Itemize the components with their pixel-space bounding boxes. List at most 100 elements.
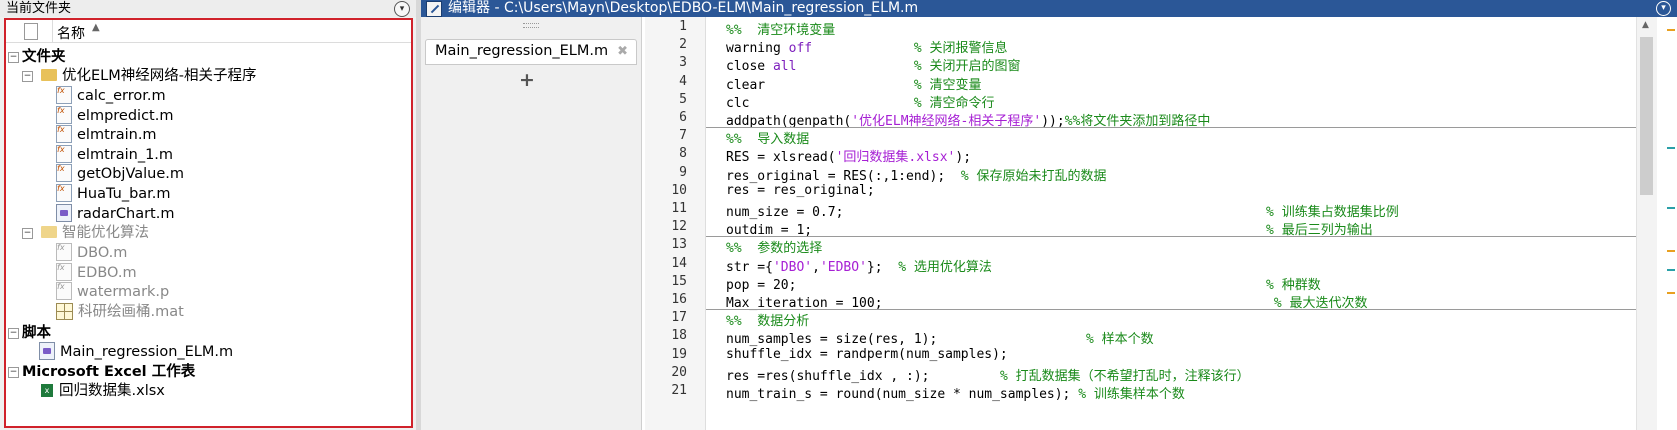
group-label: 文件夹 [22,49,66,65]
mat-file-icon [56,302,73,320]
cell-divider [706,236,1636,238]
code-line[interactable]: RES = xlsread('回归数据集.xlsx'); [726,146,971,165]
line-number: 12 [671,219,687,235]
collapse-icon[interactable]: − [22,228,33,239]
close-icon[interactable]: ✖ [617,44,628,59]
file-name: elmpredict.m [77,108,174,124]
code-line[interactable]: num_train_s = round(num_size * num_sampl… [726,383,1185,402]
file-item[interactable]: fx DBO.m [56,243,127,264]
line-number: 13 [671,237,687,253]
collapse-icon[interactable]: − [8,328,19,339]
collapse-icon[interactable]: − [8,367,19,378]
file-item[interactable]: fx watermark.p [56,282,169,303]
code-line[interactable]: %% 参数的选择 [726,237,822,256]
info-marker-icon[interactable] [1667,269,1675,271]
code-line[interactable]: Max_iteration = 100; % 最大迭代次数 [726,292,1368,311]
function-file-icon: fx [56,184,72,202]
scroll-up-icon[interactable]: ▲ [1642,20,1649,30]
panel-actions-menu-icon[interactable]: ▾ [394,1,410,17]
document-tab-strip: Main_regression_ELM.m ✖ + [421,17,642,430]
editor-window: 编辑器 - C:\Users\Mayn\Desktop\EDBO-ELM\Mai… [421,0,1677,430]
folder-icon [41,69,57,81]
code-line[interactable]: res = res_original; [726,183,875,198]
code-line[interactable]: addpath(genpath('优化ELM神经网络-相关子程序'));%%将文… [726,110,1210,129]
code-line[interactable]: res =res(shuffle_idx , :); % 打乱数据集（不希望打乱… [726,365,1250,384]
code-area[interactable]: %% 清空环境变量 warning off % 关闭报警信息 close all %… [706,17,1636,430]
function-file-icon: fx [56,164,72,182]
line-number: 17 [671,310,687,326]
line-number: 1 [679,19,687,34]
file-item[interactable]: radarChart.m [56,204,174,225]
file-name: DBO.m [77,245,128,261]
code-line[interactable]: %% 清空环境变量 [726,19,835,38]
code-line[interactable]: clear % 清空变量 [726,74,982,93]
file-item[interactable]: fx EDBO.m [56,263,137,284]
file-item[interactable]: fx calc_error.m [56,86,166,107]
script-file-icon [39,342,55,360]
file-item[interactable]: x 回归数据集.xlsx [41,381,165,402]
file-item[interactable]: fx getObjValue.m [56,164,184,185]
code-line[interactable]: clc % 清空命令行 [726,92,995,111]
code-line[interactable]: %% 导入数据 [726,128,809,147]
collapse-icon[interactable]: − [8,52,19,63]
code-line[interactable]: outdim = 1; % 最后三列为输出 [726,219,1373,238]
function-file-icon: fx [56,106,72,124]
file-name: watermark.p [77,284,170,300]
code-line[interactable]: str ={'DBO','EDBO'}; % 选用优化算法 [726,256,992,275]
vertical-scrollbar[interactable]: ▲ [1636,17,1657,430]
file-name: elmtrain.m [77,127,157,143]
line-number: 18 [671,328,687,344]
file-item[interactable]: fx elmtrain_1.m [56,145,173,166]
file-name: elmtrain_1.m [77,147,174,163]
info-marker-icon[interactable] [1667,147,1675,149]
editor-title: 编辑器 - C:\Users\Mayn\Desktop\EDBO-ELM\Mai… [448,0,919,16]
file-name: HuaTu_bar.m [77,186,171,202]
warning-marker-icon[interactable] [1667,250,1675,252]
warning-marker-icon[interactable] [1667,292,1675,294]
file-name: calc_error.m [77,88,166,104]
line-number-gutter: 1 2 3 4 5 6 7 8 9 10 11 12 13 14 15 16 17 18 19 20 21 [645,17,706,430]
code-line[interactable]: res_original = RES(:,1:end); % 保存原始未打乱的数… [726,165,1106,184]
collapse-icon[interactable]: − [22,71,33,82]
code-line[interactable]: %% 数据分析 [726,310,809,329]
line-number: 19 [671,346,687,362]
code-line[interactable]: close all % 关闭开启的图窗 [726,55,1021,74]
code-line[interactable]: num_size = 0.7; % 训练集占数据集比例 [726,201,1399,220]
code-line[interactable]: shuffle_idx = randperm(num_samples); [726,347,1008,362]
line-number: 5 [679,91,687,107]
line-number: 11 [671,201,687,216]
cell-divider [706,309,1636,311]
column-divider[interactable] [52,20,53,42]
code-line[interactable]: warning off % 关闭报警信息 [726,37,1008,56]
warning-marker-icon[interactable] [1667,29,1675,31]
scrollbar-thumb[interactable] [1640,37,1653,195]
file-item[interactable]: fx HuaTu_bar.m [56,184,171,205]
group-label: Microsoft Excel 工作表 [22,364,196,380]
folder-name: 智能优化算法 [62,225,149,241]
name-column-header[interactable]: 名称 [57,23,85,43]
file-type-column-icon[interactable] [24,23,38,40]
file-item[interactable]: 科研绘画桶.mat [56,302,184,323]
tab-main-regression-elm[interactable]: Main_regression_ELM.m ✖ [425,39,637,65]
file-browser: 名称 ▲ − 文件夹 − 优化ELM神经网络-相关子程序 fx calc_erro… [4,18,413,428]
line-number: 3 [679,55,687,71]
function-file-icon: fx [56,243,72,261]
line-number: 10 [671,182,687,198]
line-number: 16 [671,292,687,307]
info-marker-icon[interactable] [1667,207,1675,209]
line-number: 15 [671,273,687,289]
file-item[interactable]: fx elmpredict.m [56,106,173,127]
p-code-file-icon: fx [56,282,72,300]
column-header-row: 名称 ▲ [6,20,411,43]
file-item[interactable]: fx elmtrain.m [56,125,157,146]
function-file-icon: fx [56,145,72,163]
add-tab-icon[interactable]: + [519,69,535,91]
file-item[interactable]: Main_regression_ELM.m [39,342,233,363]
message-indicator-bar [1657,17,1677,430]
editor-actions-menu-icon[interactable]: ▾ [1656,1,1671,16]
drag-grip-icon[interactable] [523,23,539,28]
code-line[interactable]: pop = 20; % 种群数 [726,274,1321,293]
current-folder-panel: 当前文件夹 ▾ 名称 ▲ − 文件夹 − 优化ELM神经网络-相关子程序 fx c… [0,0,416,430]
file-name: 科研绘画桶.mat [78,304,184,320]
code-line[interactable]: num_samples = size(res, 1); % 样本个数 [726,328,1154,347]
